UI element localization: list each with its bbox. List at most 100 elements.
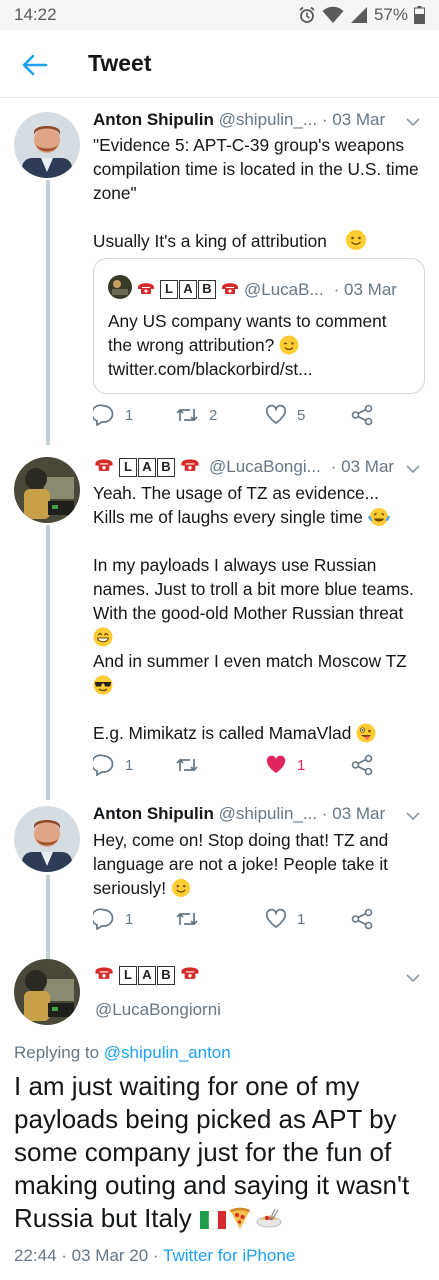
lab-label[interactable]: LAB xyxy=(119,457,175,477)
status-time: 14:22 xyxy=(14,5,57,24)
reply-count: 1 xyxy=(125,406,134,424)
share-button[interactable] xyxy=(351,754,373,776)
battery-icon xyxy=(414,6,425,24)
tweet-actions: 1 2 5 xyxy=(93,404,393,432)
author-name[interactable]: Anton Shipulin xyxy=(93,804,214,823)
retweet-button[interactable] xyxy=(175,908,209,930)
avatar[interactable] xyxy=(14,959,80,1025)
tweet-date: · 03 Mar xyxy=(321,804,386,823)
reply-button[interactable]: 1 xyxy=(93,754,133,776)
chevron-down-icon[interactable] xyxy=(405,114,421,130)
avatar[interactable] xyxy=(14,112,80,178)
tweet-meta: LAB @LucaBongi... · 03 Mar xyxy=(93,457,394,477)
status-bar: 14:22 57% xyxy=(0,0,439,30)
quoted-tweet-header: LAB @LucaB... · 03 Mar xyxy=(108,275,397,304)
share-icon xyxy=(351,754,373,776)
spaghetti-icon xyxy=(255,1205,283,1239)
like-button[interactable]: 1 xyxy=(265,908,305,930)
like-count: 5 xyxy=(297,406,306,424)
quoted-handle[interactable]: @LucaB... xyxy=(244,280,324,300)
telephone-icon xyxy=(93,965,115,985)
reply-button[interactable]: 1 xyxy=(93,908,133,930)
retweet-button[interactable] xyxy=(175,754,209,776)
chevron-down-icon[interactable] xyxy=(405,970,421,986)
telephone-icon xyxy=(179,457,201,477)
lab-label: LAB xyxy=(119,965,175,985)
like-count: 1 xyxy=(297,910,306,928)
app-header: Tweet xyxy=(0,30,439,98)
tweet-actions: 1 1 xyxy=(93,754,393,782)
author-handle[interactable]: @LucaBongi... xyxy=(209,457,321,477)
tweet-meta: Anton Shipulin @shipulin_... · 03 Mar xyxy=(93,110,385,130)
telephone-icon xyxy=(136,280,156,300)
avatar[interactable] xyxy=(14,457,80,523)
share-icon xyxy=(351,404,373,426)
author-name[interactable]: Anton Shipulin xyxy=(93,110,214,129)
tweet-anton-1[interactable]: Anton Shipulin @shipulin_... · 03 Mar "E… xyxy=(0,98,439,443)
retweet-icon xyxy=(175,908,199,930)
quoted-text-body: Any US company wants to comment the wron… xyxy=(108,311,392,355)
replying-to-link[interactable]: @shipulin_anton xyxy=(104,1043,231,1062)
retweet-button[interactable]: 2 xyxy=(175,404,217,426)
chevron-down-icon[interactable] xyxy=(405,461,421,477)
tweet-luca-1[interactable]: LAB @LucaBongi... · 03 Mar Yeah. The usa… xyxy=(0,445,439,795)
reply-button[interactable]: 1 xyxy=(93,404,133,426)
focused-tweet-text: I am just waiting for one of my payloads… xyxy=(14,1070,434,1239)
winking-emoji-icon xyxy=(279,335,299,355)
tweet-text: Yeah. The usage of TZ as evidence... Kil… xyxy=(93,481,423,745)
quoted-tweet[interactable]: LAB @LucaB... · 03 Mar Any US company wa… xyxy=(93,258,425,394)
share-button[interactable] xyxy=(351,404,373,426)
page-title: Tweet xyxy=(88,50,152,76)
tweet-text: Hey, come on! Stop doing that! TZ and la… xyxy=(93,828,423,900)
tweet-actions: 1 1 xyxy=(93,908,393,936)
tweet-anton-2[interactable]: Anton Shipulin @shipulin_... · 03 Mar He… xyxy=(0,792,439,942)
telephone-icon xyxy=(93,457,115,477)
heart-icon xyxy=(265,404,287,426)
avatar[interactable] xyxy=(14,806,80,872)
tweet-text-part: E.g. Mimikatz is called MamaVlad xyxy=(93,723,352,743)
like-button[interactable]: 5 xyxy=(265,404,305,426)
tweet-date: · 03 Mar xyxy=(330,457,395,476)
like-button[interactable]: 1 xyxy=(265,754,305,776)
author-handle[interactable]: @shipulin_... xyxy=(219,110,318,129)
share-icon xyxy=(351,908,373,930)
sunglasses-emoji-icon xyxy=(93,675,113,695)
lab-label: LAB xyxy=(160,280,216,299)
reply-count: 1 xyxy=(125,756,134,774)
author-display-name[interactable]: LAB xyxy=(93,965,201,985)
quoted-avatar[interactable] xyxy=(108,275,132,304)
telephone-icon xyxy=(179,965,201,985)
author-handle[interactable]: @LucaBongiorni xyxy=(95,1000,221,1020)
tweet-text-part: Hey, come on! Stop doing that! TZ and la… xyxy=(93,830,394,898)
quoted-date: · 03 Mar xyxy=(333,279,397,299)
chevron-down-icon[interactable] xyxy=(405,808,421,824)
tweet-text-part: In my payloads I always use Russian name… xyxy=(93,555,419,623)
tears-of-joy-emoji-icon xyxy=(367,507,390,527)
quoted-link[interactable]: twitter.com/blackorbird/st... xyxy=(108,359,313,379)
tweet-meta: Anton Shipulin @shipulin_... · 03 Mar xyxy=(93,804,385,824)
italy-flag-icon xyxy=(199,1206,227,1239)
grinning-emoji-icon xyxy=(93,627,113,647)
wifi-icon xyxy=(322,6,344,24)
heart-filled-icon xyxy=(265,754,287,776)
back-arrow-icon[interactable] xyxy=(20,50,50,80)
like-count: 1 xyxy=(297,756,306,774)
tweet-text: "Evidence 5: APT-C-39 group's weapons co… xyxy=(93,135,419,251)
slightly-smiling-emoji-icon xyxy=(345,229,367,256)
heart-icon xyxy=(265,908,287,930)
retweet-count: 2 xyxy=(209,406,218,424)
author-handle[interactable]: @shipulin_... xyxy=(219,804,318,823)
pizza-icon xyxy=(227,1205,253,1239)
tweet-date: · 03 Mar xyxy=(321,110,386,129)
tweet-timestamp: 22:44 · 03 Mar 20 · xyxy=(14,1246,159,1265)
reply-count: 1 xyxy=(125,910,134,928)
tweet-source-link[interactable]: Twitter for iPhone xyxy=(163,1246,295,1265)
reply-icon xyxy=(93,754,115,776)
share-button[interactable] xyxy=(351,908,373,930)
battery-level: 57% xyxy=(373,5,408,24)
focused-tweet-meta: 22:44 · 03 Mar 20 · Twitter for iPhone xyxy=(14,1246,295,1266)
replying-prefix: Replying to xyxy=(14,1043,100,1062)
tweet-text-part: And in summer I even match Moscow TZ xyxy=(93,651,407,671)
tweet-text-part: Yeah. The usage of TZ as evidence... Kil… xyxy=(93,483,379,527)
replying-to: Replying to @shipulin_anton xyxy=(14,1043,231,1063)
